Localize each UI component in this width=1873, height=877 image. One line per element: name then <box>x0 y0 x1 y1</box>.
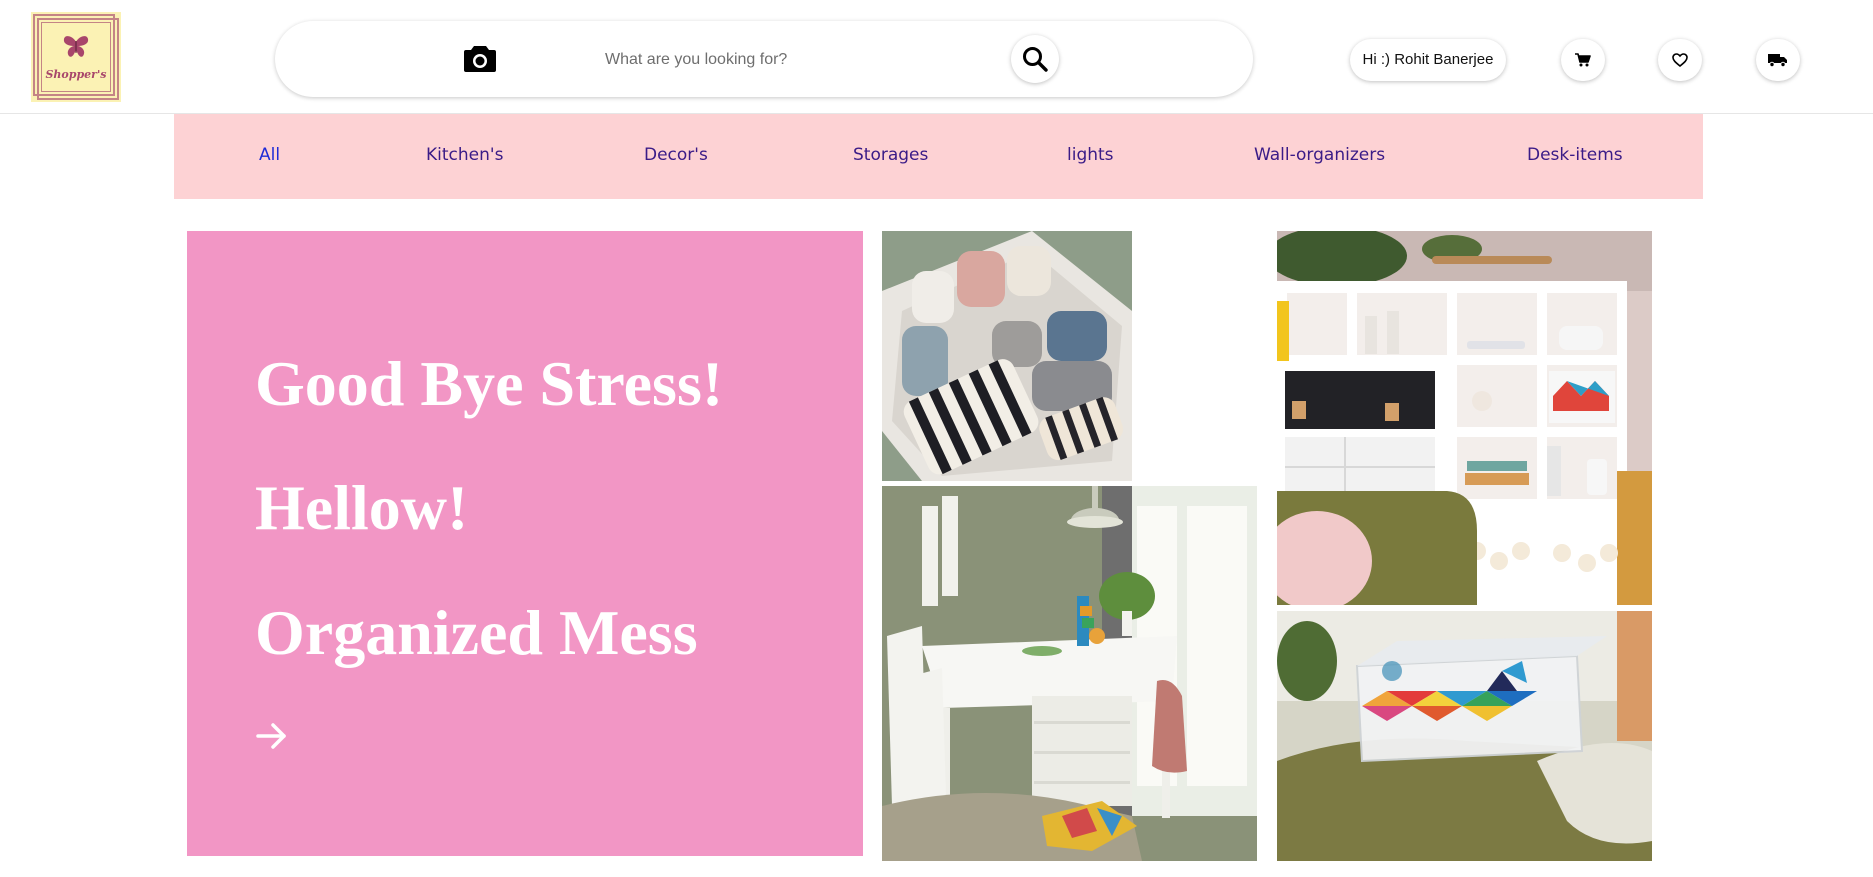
hero-banner: Good Bye Stress! Hellow! Organized Mess <box>187 231 863 856</box>
brand-name: Shopper's <box>45 68 107 81</box>
search-bar <box>275 21 1253 97</box>
cart-button[interactable] <box>1561 39 1605 81</box>
hero-headline: Organized Mess <box>255 597 698 668</box>
delivery-button[interactable] <box>1756 39 1800 81</box>
butterfly-icon <box>63 36 89 57</box>
user-greeting[interactable]: Hi :) Rohit Banerjee <box>1350 39 1506 81</box>
heart-icon <box>1672 53 1688 67</box>
product-image-dining-room[interactable] <box>882 486 1257 861</box>
search-icon <box>1023 47 1048 72</box>
product-image-storage-box[interactable] <box>1277 611 1652 861</box>
search-input[interactable] <box>605 47 945 73</box>
category-wall-organizers[interactable]: Wall-organizers <box>1254 145 1385 165</box>
hero-headline: Hellow! <box>255 472 469 543</box>
category-storages[interactable]: Storages <box>853 145 928 165</box>
search-button[interactable] <box>1011 35 1059 83</box>
category-kitchens[interactable]: Kitchen's <box>426 145 503 165</box>
product-image-clothes-drawer[interactable] <box>882 231 1132 481</box>
brand-logo[interactable]: Shopper's <box>31 12 121 102</box>
category-desk-items[interactable]: Desk-items <box>1527 145 1623 165</box>
hero-headline: Good Bye Stress! <box>255 348 724 419</box>
truck-icon <box>1768 54 1787 67</box>
category-decors[interactable]: Decor's <box>644 145 708 165</box>
category-lights[interactable]: lights <box>1067 145 1114 165</box>
product-image-cube-shelf[interactable] <box>1277 231 1652 605</box>
header: Shopper's Hi :) Rohit Banerjee <box>0 0 1873 114</box>
arrow-right-icon[interactable] <box>255 719 289 753</box>
wishlist-button[interactable] <box>1658 39 1702 81</box>
category-all[interactable]: All <box>259 145 280 165</box>
category-nav: All Kitchen's Decor's Storages lights Wa… <box>174 114 1703 199</box>
camera-icon[interactable] <box>463 43 497 73</box>
cart-icon <box>1575 53 1591 67</box>
